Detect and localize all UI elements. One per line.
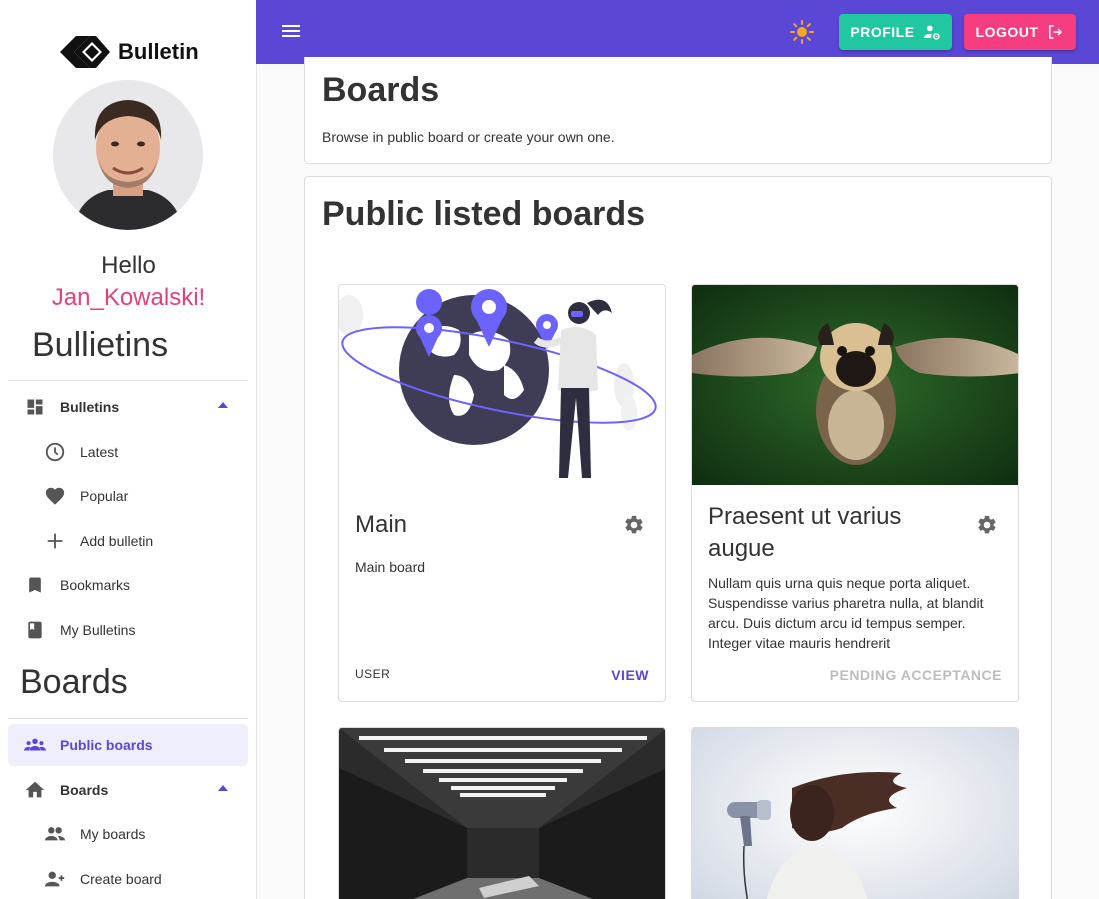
sidebar-item-bookmarks[interactable]: Bookmarks <box>8 564 248 606</box>
board-image <box>339 728 665 899</box>
board-role: USER <box>355 667 391 681</box>
sidebar-item-label: My Bulletins <box>60 622 136 638</box>
avatar <box>53 80 203 230</box>
logout-button-label: LOGOUT <box>975 24 1039 40</box>
people-icon <box>44 823 66 845</box>
home-icon <box>24 779 46 801</box>
sidebar-divider <box>8 380 248 381</box>
sidebar-item-my-boards[interactable]: My boards <box>8 813 248 855</box>
sidebar-section-bulletins: Bullietins <box>32 326 169 364</box>
logout-icon <box>1049 25 1063 39</box>
sidebar-item-label: Public boards <box>60 737 153 753</box>
plus-icon <box>44 530 66 552</box>
bookmark-icon <box>24 574 46 596</box>
sidebar-item-label: My boards <box>80 826 146 842</box>
sidebar-item-popular[interactable]: Popular <box>8 475 248 517</box>
profile-button-label: PROFILE <box>850 24 915 40</box>
sidebar-item-label: Latest <box>80 444 119 460</box>
sidebar-item-label: Add bulletin <box>80 533 154 549</box>
heart-icon <box>44 485 66 507</box>
logout-button[interactable]: LOGOUT <box>964 14 1076 50</box>
profile-button[interactable]: PROFILE <box>839 14 952 50</box>
brand[interactable]: Bulletin <box>58 34 199 70</box>
sun-icon[interactable] <box>790 20 814 44</box>
section-title: Public listed boards <box>322 195 646 233</box>
sidebar-item-bulletins[interactable]: Bulletins <box>8 386 248 428</box>
page-title: Boards <box>322 71 440 109</box>
groups-icon <box>24 734 46 756</box>
sidebar-item-label: Bulletins <box>60 399 120 415</box>
sidebar-item-add-bulletin[interactable]: Add bulletin <box>8 520 248 562</box>
sidebar-item-my-bulletins[interactable]: My Bulletins <box>8 609 248 651</box>
board-image <box>339 285 665 485</box>
manage-account-icon <box>923 25 940 40</box>
sidebar-item-latest[interactable]: Latest <box>8 431 248 473</box>
menu-icon[interactable] <box>282 22 302 42</box>
board-image <box>692 728 1018 899</box>
brand-name: Bulletin <box>118 39 199 64</box>
boards-header-card: Boards Browse in public board or create … <box>304 57 1052 164</box>
dashboard-icon <box>24 396 46 418</box>
public-boards-card: Public listed boards Main Main board USE… <box>304 176 1052 899</box>
board-description: Nullam quis urna quis neque porta alique… <box>708 575 984 651</box>
book-icon <box>24 619 46 641</box>
greeting-hello: Hello <box>101 252 156 279</box>
gear-icon[interactable] <box>976 514 998 536</box>
gear-icon[interactable] <box>623 514 645 536</box>
sidebar-section-boards: Boards <box>20 663 128 701</box>
sidebar-item-label: Create board <box>80 871 162 887</box>
sidebar-item-public-boards[interactable]: Public boards <box>8 724 248 766</box>
app: Bulletin Hello Jan_Kowalski! Bullietins <box>0 0 1099 899</box>
chevron-up-icon <box>218 785 228 791</box>
clock-icon <box>44 441 66 463</box>
board-description: Main board <box>355 559 426 575</box>
pending-acceptance-button[interactable]: PENDING ACCEPTANCE <box>830 667 1002 683</box>
board-title: Main <box>355 511 408 538</box>
sidebar-item-create-board[interactable]: Create board <box>8 858 248 899</box>
sidebar-item-label: Bookmarks <box>60 577 131 593</box>
sidebar-item-label: Boards <box>60 782 109 798</box>
brand-logo-icon <box>60 36 110 68</box>
board-card: Main Main board USER VIEW <box>338 284 666 702</box>
board-card: Praesent ut varius augue Nullam quis urn… <box>691 284 1019 702</box>
sidebar-item-label: Popular <box>80 488 129 504</box>
topbar: PROFILE LOGOUT <box>256 0 1099 64</box>
chevron-up-icon <box>218 402 228 408</box>
board-image <box>692 285 1018 485</box>
board-title: Praesent ut varius augue <box>708 503 902 562</box>
sidebar-item-boards[interactable]: Boards <box>8 769 248 811</box>
view-button[interactable]: VIEW <box>611 667 649 683</box>
page-subtitle: Browse in public board or create your ow… <box>322 129 615 145</box>
sidebar-divider <box>8 718 248 719</box>
board-card <box>338 727 666 899</box>
sidebar: Bulletin Hello Jan_Kowalski! Bullietins <box>0 0 257 899</box>
person-add-icon <box>44 868 66 890</box>
board-card <box>691 727 1019 899</box>
greeting-username: Jan_Kowalski! <box>51 284 206 311</box>
